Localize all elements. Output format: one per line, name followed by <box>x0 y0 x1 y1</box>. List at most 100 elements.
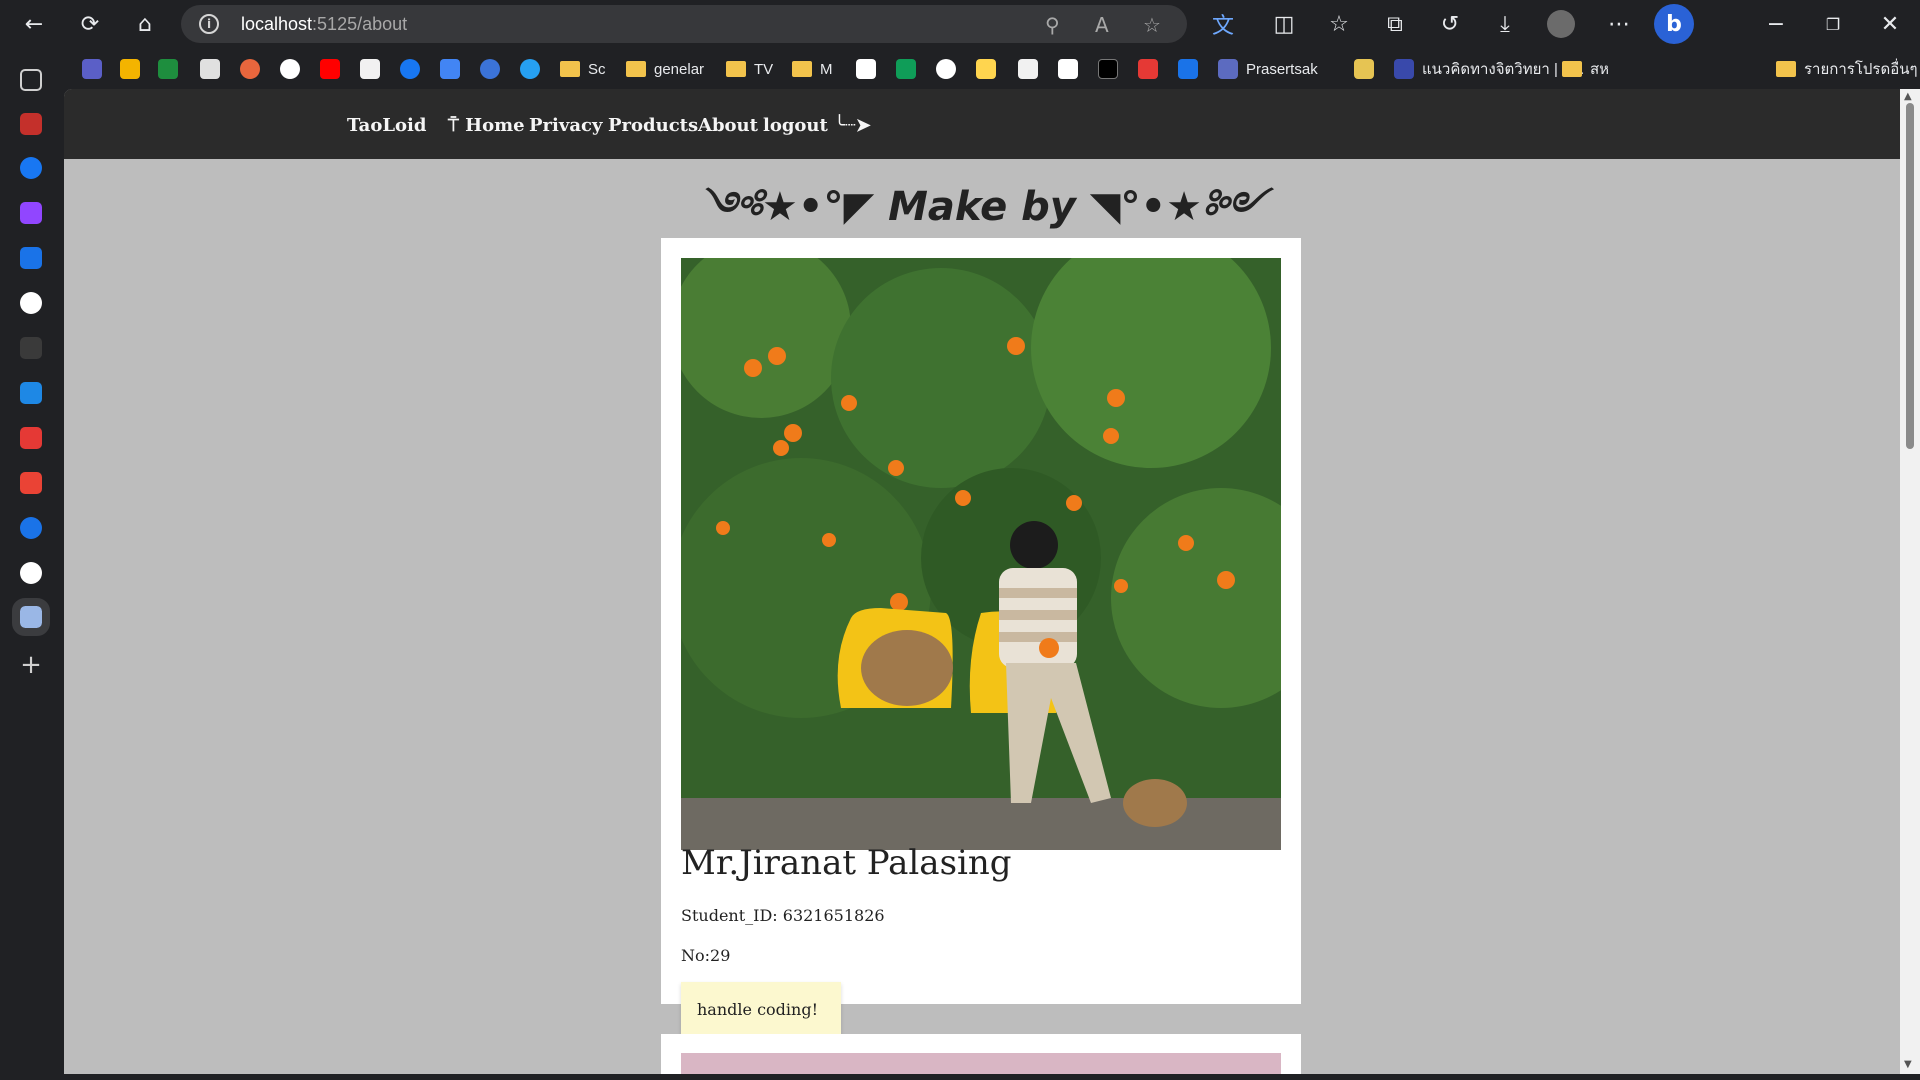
bookmark-icon[interactable] <box>120 57 140 81</box>
bookmark-label: M <box>820 60 833 78</box>
bookmark-icon[interactable] <box>1018 57 1038 81</box>
bookmark-icon[interactable] <box>480 57 500 81</box>
bookmark-icon[interactable] <box>896 57 916 81</box>
bookmark-folder[interactable]: Sc <box>560 57 606 81</box>
bookmark-link[interactable]: แนวคิดทางจิตวิทยา | แ... <box>1394 57 1584 81</box>
folder-icon <box>626 61 646 77</box>
page-viewport: TaoLoid ⍑ Home Privacy Products About lo… <box>64 89 1920 1074</box>
bookmark-folder[interactable]: สห <box>1562 57 1609 81</box>
refresh-icon[interactable]: ⟳ <box>72 6 108 42</box>
youtube-icon[interactable] <box>20 113 42 135</box>
info-icon[interactable]: i <box>199 14 219 34</box>
copilot-icon[interactable]: b <box>1654 4 1694 44</box>
folder-icon <box>1562 61 1582 77</box>
profile-card: Mr.Jiranat Palasing Student_ID: 63216518… <box>661 238 1301 1004</box>
bookmark-label: รายการโปรดอื่นๆ <box>1804 61 1918 78</box>
dollar-icon[interactable] <box>20 337 42 359</box>
favorite-star-icon[interactable]: ☆ <box>1143 13 1161 37</box>
bookmark-icon[interactable] <box>1178 57 1198 81</box>
nav-about[interactable]: About <box>698 115 758 136</box>
bookmark-folder[interactable]: genelar <box>626 57 704 81</box>
facebook-icon[interactable] <box>400 57 420 81</box>
contacts-icon[interactable] <box>20 247 42 269</box>
sticky-note-text: handle coding! <box>697 1000 818 1019</box>
split-screen-icon[interactable]: ◫ <box>1266 6 1302 42</box>
bookmark-icon[interactable] <box>240 57 260 81</box>
browser-sidebar: + <box>0 49 64 1080</box>
minimize-icon[interactable]: − <box>1758 6 1794 42</box>
bookmark-icon[interactable] <box>856 57 876 81</box>
bookmark-folder[interactable]: TV <box>726 57 773 81</box>
bookmark-label: Sc <box>588 60 606 78</box>
nav-logout[interactable]: logout ╰┈➤ <box>763 115 871 136</box>
bookmark-label: สห <box>1590 61 1610 78</box>
translate-icon[interactable]: 文 <box>1205 6 1241 42</box>
favorites-icon[interactable]: ☆ <box>1321 6 1357 42</box>
facebook-icon[interactable] <box>20 157 42 179</box>
bookmark-icon[interactable] <box>976 57 996 81</box>
browser-toolbar: ← ⟳ ⌂ i localhost:5125/about ⚲ A ☆ 文 ◫ ☆… <box>0 0 1920 49</box>
scroll-up-icon[interactable]: ▲ <box>1904 91 1912 102</box>
other-favorites-folder[interactable]: รายการโปรดอื่นๆ <box>1776 57 1918 81</box>
download-icon[interactable]: ⤓ <box>1487 6 1523 42</box>
bookmark-icon[interactable] <box>1138 57 1158 81</box>
folder-icon <box>1776 61 1796 77</box>
url-text[interactable]: localhost:5125/about <box>241 14 407 35</box>
nav-products[interactable]: Products <box>608 115 698 136</box>
bookmark-folder[interactable]: M <box>792 57 833 81</box>
bookmark-icon[interactable] <box>200 57 220 81</box>
more-icon[interactable]: ⋯ <box>1601 6 1637 42</box>
bookmark-icon[interactable] <box>1354 57 1374 81</box>
zoom-icon[interactable]: ⚲ <box>1045 13 1060 37</box>
profile-avatar[interactable] <box>1543 6 1579 42</box>
bookmarks-bar: Sc genelar TV M Prasertsak แนวคิดทางจิตว… <box>64 49 1920 89</box>
profile-name: Mr.Jiranat Palasing <box>681 843 1012 883</box>
read-aloud-icon[interactable]: A <box>1095 13 1109 37</box>
bookmark-label: แนวคิดทางจิตวิทยา | แ... <box>1422 61 1585 78</box>
tab-actions-icon[interactable] <box>20 69 42 91</box>
app-icon[interactable] <box>20 382 42 404</box>
notepad-icon[interactable] <box>12 598 50 636</box>
profile-photo-illustration <box>681 258 1281 850</box>
brand-link[interactable]: TaoLoid <box>347 115 426 136</box>
history-icon[interactable]: ↺ <box>1432 6 1468 42</box>
app-icon[interactable] <box>20 427 42 449</box>
scrollbar-thumb[interactable] <box>1906 103 1914 449</box>
bookmark-icon[interactable] <box>280 57 300 81</box>
github-icon[interactable] <box>20 562 42 584</box>
bookmark-icon[interactable] <box>520 57 540 81</box>
url-path: :5125/about <box>312 14 408 34</box>
home-icon[interactable]: ⌂ <box>127 6 163 42</box>
address-bar[interactable]: i localhost:5125/about ⚲ A ☆ <box>181 5 1187 43</box>
youtube-icon[interactable] <box>320 57 340 81</box>
folder-icon <box>560 61 580 77</box>
folder-icon <box>726 61 746 77</box>
back-icon[interactable]: ← <box>16 6 52 42</box>
url-host: localhost <box>241 14 313 34</box>
add-icon[interactable]: + <box>20 652 42 678</box>
app-icon[interactable] <box>20 517 42 539</box>
nav-privacy[interactable]: Privacy <box>529 115 602 136</box>
student-number: No:29 <box>681 946 731 965</box>
bookmark-link[interactable]: Prasertsak <box>1218 57 1318 81</box>
scroll-down-icon[interactable]: ▼ <box>1904 1059 1912 1070</box>
close-icon[interactable]: ✕ <box>1872 6 1908 42</box>
restore-icon[interactable]: ❐ <box>1815 6 1851 42</box>
twitch-icon[interactable] <box>20 202 42 224</box>
banner-image <box>681 1053 1281 1074</box>
site-navbar: TaoLoid ⍑ Home Privacy Products About lo… <box>64 89 1900 159</box>
app-icon[interactable] <box>20 472 42 494</box>
bookmark-icon[interactable] <box>936 57 956 81</box>
google-icon[interactable] <box>20 292 42 314</box>
bookmark-icon[interactable] <box>1098 57 1118 81</box>
bookmark-icon[interactable] <box>440 57 460 81</box>
folder-icon <box>792 61 812 77</box>
nav-home[interactable]: ⍑ Home <box>448 115 525 136</box>
bookmark-icon[interactable] <box>1058 57 1078 81</box>
scrollbar[interactable]: ▲ ▼ <box>1900 89 1920 1074</box>
bookmark-label: TV <box>754 60 774 78</box>
bookmark-icon[interactable] <box>158 57 178 81</box>
bookmark-icon[interactable] <box>82 57 102 81</box>
bookmark-icon[interactable] <box>360 57 380 81</box>
collections-icon[interactable]: ⧉ <box>1377 6 1413 42</box>
